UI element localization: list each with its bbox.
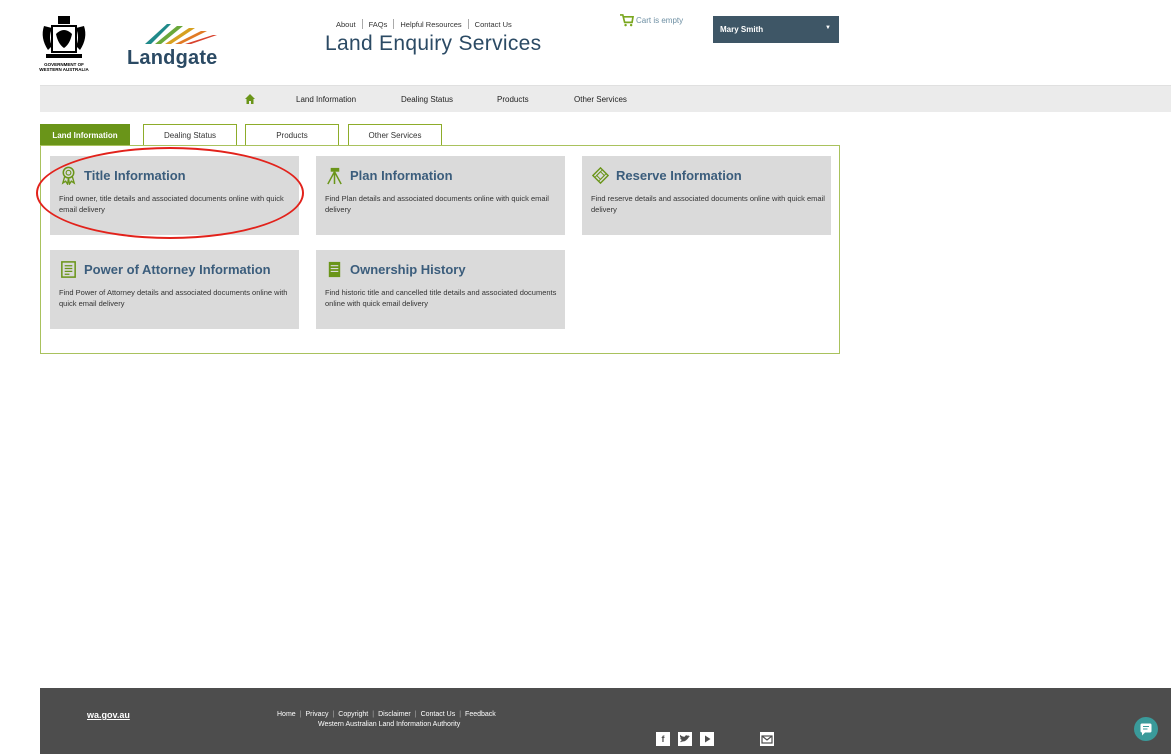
site-title: Land Enquiry Services [325,32,542,55]
land-information-panel: Title Information Find owner, title deta… [40,145,840,354]
tab-products[interactable]: Products [245,124,339,146]
document-icon [61,261,76,278]
card-ownership-history[interactable]: Ownership History Find historic title an… [316,250,565,329]
youtube-icon[interactable] [700,732,714,746]
card-description: Find reserve details and associated docu… [591,194,825,214]
nav-products[interactable]: Products [497,95,529,104]
top-link-helpful-resources[interactable]: Helpful Resources [394,20,467,29]
ribbon-icon [61,166,76,185]
home-icon[interactable] [244,93,256,105]
card-description: Find Plan details and associated documen… [325,194,549,214]
footer-organisation: Western Australian Land Information Auth… [318,721,461,728]
chat-button[interactable] [1134,717,1158,741]
chat-icon [1140,723,1152,736]
crest-caption: GOVERNMENT OF WESTERN AUSTRALIA [39,62,89,72]
tab-dealing-status[interactable]: Dealing Status [143,124,237,146]
cart[interactable]: Cart is empty [619,14,683,27]
nav-dealing-status[interactable]: Dealing Status [401,95,453,104]
map-icon [591,166,610,185]
card-title: Ownership History [350,262,466,277]
landgate-swoosh-icon [145,24,217,44]
card-description: Find Power of Attorney details and assoc… [59,288,288,308]
history-icon [328,261,341,278]
top-links: About FAQs Helpful Resources Contact Us [330,19,518,29]
facebook-icon[interactable]: f [656,732,670,746]
tab-other-services[interactable]: Other Services [348,124,442,146]
crest-icon [42,16,86,58]
card-description: Find owner, title details and associated… [59,194,284,214]
top-link-faqs[interactable]: FAQs [363,20,394,29]
cart-status: Cart is empty [636,16,684,25]
top-link-contact-us[interactable]: Contact Us [469,20,518,29]
card-title: Title Information [84,168,186,183]
wa-government-crest: GOVERNMENT OF WESTERN AUSTRALIA [36,12,92,76]
header: GOVERNMENT OF WESTERN AUSTRALIA Landgate… [0,0,1171,82]
chevron-down-icon: ▼ [825,25,831,31]
footer: wa.gov.au Home | Privacy | Copyright | Disc… [40,688,1171,754]
footer-link-copyright[interactable]: Copyright [334,711,372,718]
card-title-information[interactable]: Title Information Find owner, title deta… [50,156,299,235]
footer-link-disclaimer[interactable]: Disclaimer [374,711,415,718]
footer-links: Home | Privacy | Copyright | Disclaimer | Co… [273,711,500,718]
card-plan-information[interactable]: Plan Information Find Plan details and a… [316,156,565,235]
footer-link-home[interactable]: Home [273,711,300,718]
footer-link-privacy[interactable]: Privacy [302,711,333,718]
footer-link-feedback[interactable]: Feedback [461,711,500,718]
surveyor-icon [327,167,342,185]
user-menu-dropdown[interactable]: Mary Smith ▼ [713,16,839,43]
card-reserve-information[interactable]: Reserve Information Find reserve details… [582,156,831,235]
nav-other-services[interactable]: Other Services [574,95,627,104]
landgate-logo[interactable]: Landgate [127,22,217,72]
card-title: Plan Information [350,168,453,183]
card-title: Power of Attorney Information [84,262,271,277]
cart-icon [620,14,634,27]
email-icon[interactable] [760,732,774,746]
card-description: Find historic title and cancelled title … [325,288,557,308]
wa-gov-link[interactable]: wa.gov.au [87,710,130,720]
twitter-icon[interactable] [678,732,692,746]
footer-link-contact-us[interactable]: Contact Us [417,711,460,718]
user-name: Mary Smith [720,25,764,34]
tab-land-information[interactable]: Land Information [40,124,130,146]
card-title: Reserve Information [616,168,742,183]
landgate-wordmark: Landgate [127,47,218,69]
top-link-about[interactable]: About [330,20,362,29]
main-nav: Land Information Dealing Status Products… [40,85,1171,112]
card-power-of-attorney-information[interactable]: Power of Attorney Information Find Power… [50,250,299,329]
nav-land-information[interactable]: Land Information [296,95,356,104]
